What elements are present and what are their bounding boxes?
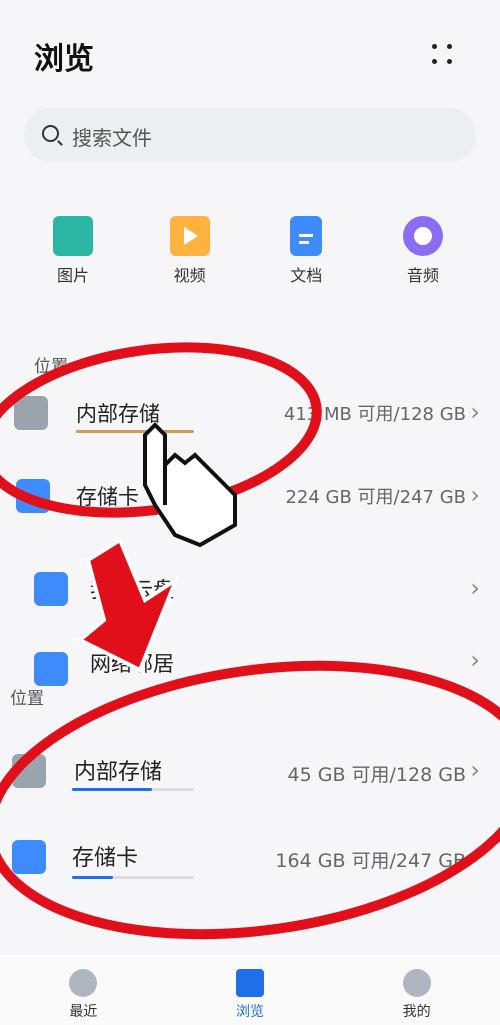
tab-browse[interactable]: 浏览 (190, 955, 310, 1025)
section-location-lower: 位置 (10, 689, 44, 709)
music-icon (402, 216, 443, 256)
location-label: 网络邻居 (90, 652, 174, 676)
storage-meta: 224 GB 可用/247 GB (285, 487, 466, 508)
page-title: 浏览 (34, 42, 94, 77)
storage-label: 存储卡 (76, 485, 139, 509)
search-icon (42, 125, 59, 142)
network-icon (34, 652, 68, 686)
chevron-right-icon: › (470, 398, 480, 426)
location-label: 我的云盘 (90, 578, 174, 602)
location-internal-storage[interactable]: 内部存储 413 MB 可用/128 GB › (0, 384, 500, 444)
chevron-right-icon: › (470, 756, 480, 784)
tab-profile[interactable]: 我的 (357, 955, 477, 1025)
sd-card-icon (12, 840, 46, 874)
category-label: 音频 (406, 266, 439, 285)
chevron-right-icon: › (470, 842, 480, 870)
image-icon (53, 216, 93, 256)
usage-bar-fill (72, 876, 113, 879)
search-input[interactable]: 搜索文件 (24, 108, 476, 162)
clock-icon (69, 969, 98, 997)
category-videos[interactable]: 视频 (135, 216, 245, 286)
category-audio[interactable]: 音频 (368, 216, 478, 286)
tab-label: 最近 (69, 1004, 98, 1020)
location-sd-card[interactable]: 存储卡 224 GB 可用/247 GB › (0, 467, 500, 527)
category-label: 图片 (56, 266, 89, 285)
category-label: 文档 (290, 266, 323, 285)
chevron-right-icon: › (470, 574, 480, 602)
tab-label: 我的 (402, 1004, 431, 1020)
category-label: 视频 (173, 266, 206, 285)
phone-icon (12, 754, 46, 788)
storage-label: 内部存储 (74, 760, 163, 785)
video-icon (169, 216, 210, 256)
storage-label: 内部存储 (76, 402, 160, 426)
location-internal-storage-2[interactable]: 内部存储 45 GB 可用/128 GB › (0, 742, 500, 802)
folder-icon (235, 969, 264, 997)
cloud-icon (34, 572, 68, 606)
profile-icon (402, 969, 431, 997)
section-location-upper: 位置 (34, 357, 68, 377)
storage-meta: 413 MB 可用/128 GB (283, 404, 466, 425)
usage-bar (76, 430, 194, 433)
sd-card-icon (16, 479, 50, 513)
more-menu-icon[interactable] (430, 42, 454, 66)
category-documents[interactable]: 文档 (251, 216, 361, 286)
location-cloud[interactable]: 我的云盘 › (0, 560, 500, 620)
search-placeholder: 搜索文件 (72, 126, 152, 150)
document-icon (290, 216, 323, 256)
chevron-right-icon: › (470, 481, 480, 509)
bottom-navigation: 最近 浏览 我的 (0, 955, 500, 1025)
phone-icon (14, 396, 48, 430)
tab-recent[interactable]: 最近 (23, 955, 143, 1025)
location-sd-card-2[interactable]: 存储卡 164 GB 可用/247 GB › (0, 828, 500, 888)
storage-meta: 45 GB 可用/128 GB (287, 764, 466, 786)
tab-label: 浏览 (235, 1004, 264, 1020)
storage-meta: 164 GB 可用/247 GB (275, 850, 466, 872)
storage-label: 存储卡 (72, 846, 139, 871)
category-bar: 图片 视频 文档 音频 (18, 216, 478, 286)
usage-bar-fill (72, 788, 152, 791)
location-network[interactable]: 网络邻居 › (0, 640, 500, 686)
category-images[interactable]: 图片 (18, 216, 128, 286)
chevron-right-icon: › (470, 646, 480, 674)
